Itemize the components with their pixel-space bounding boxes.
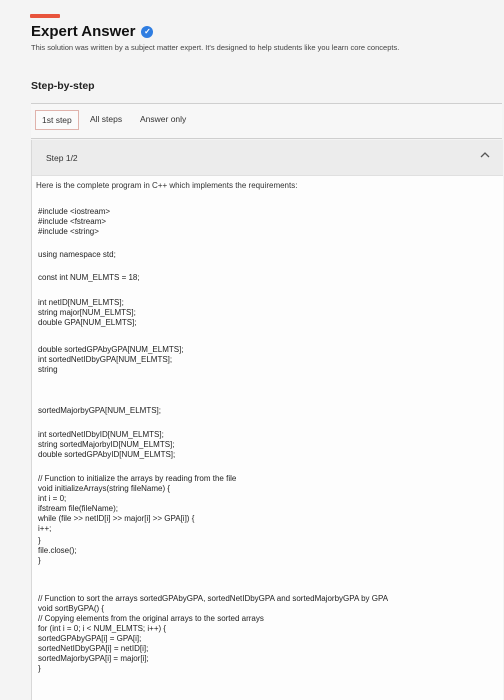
accent-bar	[30, 14, 60, 18]
code-line: #include <string>	[38, 227, 99, 236]
code-line: #include <fstream>	[38, 217, 107, 226]
chevron-up-icon[interactable]	[479, 149, 491, 161]
code-line: while (file >> netID[i] >> major[i] >> G…	[38, 514, 195, 523]
solution-description: This solution was written by a subject m…	[31, 43, 400, 52]
code-line: using namespace std;	[38, 250, 116, 259]
code-line: sortedGPAbyGPA[i] = GPA[i];	[38, 634, 142, 643]
page-title: Expert Answer	[31, 23, 136, 40]
code-line: double sortedGPAbyGPA[NUM_ELMTS];	[38, 345, 184, 354]
code-line: string sortedMajorbyID[NUM_ELMTS];	[38, 440, 175, 449]
code-line: // Function to sort the arrays sortedGPA…	[38, 594, 389, 603]
code-line: #include <iostream>	[38, 207, 111, 216]
code-line: i++;	[38, 524, 52, 533]
step-panel: Step 1/2 Here is the complete program in…	[31, 140, 503, 700]
code-line: void sortByGPA() {	[38, 604, 105, 613]
code-line: sortedNetIDbyGPA[i] = netID[i];	[38, 644, 149, 653]
code-line: double GPA[NUM_ELMTS];	[38, 318, 137, 327]
step-label: Step 1/2	[46, 153, 78, 163]
verified-check-icon: ✓	[141, 25, 154, 38]
code-line: const int NUM_ELMTS = 18;	[38, 273, 140, 282]
code-line: // Copying elements from the original ar…	[38, 614, 264, 623]
step-header-bar[interactable]: Step 1/2	[32, 140, 503, 176]
code-line: int sortedNetIDbyID[NUM_ELMTS];	[38, 430, 164, 439]
code-line: void initializeArrays(string fileName) {	[38, 484, 171, 493]
code-line: string	[38, 365, 58, 374]
tab-answer-only[interactable]: Answer only	[140, 114, 186, 124]
code-line: sortedMajorbyGPA[i] = major[i];	[38, 654, 149, 663]
expert-answer-header: Expert Answer ✓	[31, 23, 154, 40]
code-line: ifstream file(fileName);	[38, 504, 119, 513]
code-line: string major[NUM_ELMTS];	[38, 308, 136, 317]
code-line: int i = 0;	[38, 494, 67, 503]
step-by-step-heading: Step-by-step	[31, 80, 95, 92]
code-line: // Function to initialize the arrays by …	[38, 474, 237, 483]
code-line: }	[38, 536, 41, 545]
step-intro-text: Here is the complete program in C++ whic…	[36, 181, 298, 190]
code-line: sortedMajorbyGPA[NUM_ELMTS];	[38, 406, 161, 415]
code-line: int netID[NUM_ELMTS];	[38, 298, 124, 307]
code-line: int sortedNetIDbyGPA[NUM_ELMTS];	[38, 355, 173, 364]
code-line: for (int i = 0; i < NUM_ELMTS; i++) {	[38, 624, 167, 633]
code-line: }	[38, 664, 41, 673]
code-line: double sortedGPAbyID[NUM_ELMTS];	[38, 450, 176, 459]
code-line: file.close();	[38, 546, 77, 555]
step-tabs: 1st step All steps Answer only	[31, 103, 502, 139]
tab-1st-step[interactable]: 1st step	[35, 110, 79, 130]
tab-all-steps[interactable]: All steps	[90, 114, 122, 124]
code-line: }	[38, 556, 41, 565]
